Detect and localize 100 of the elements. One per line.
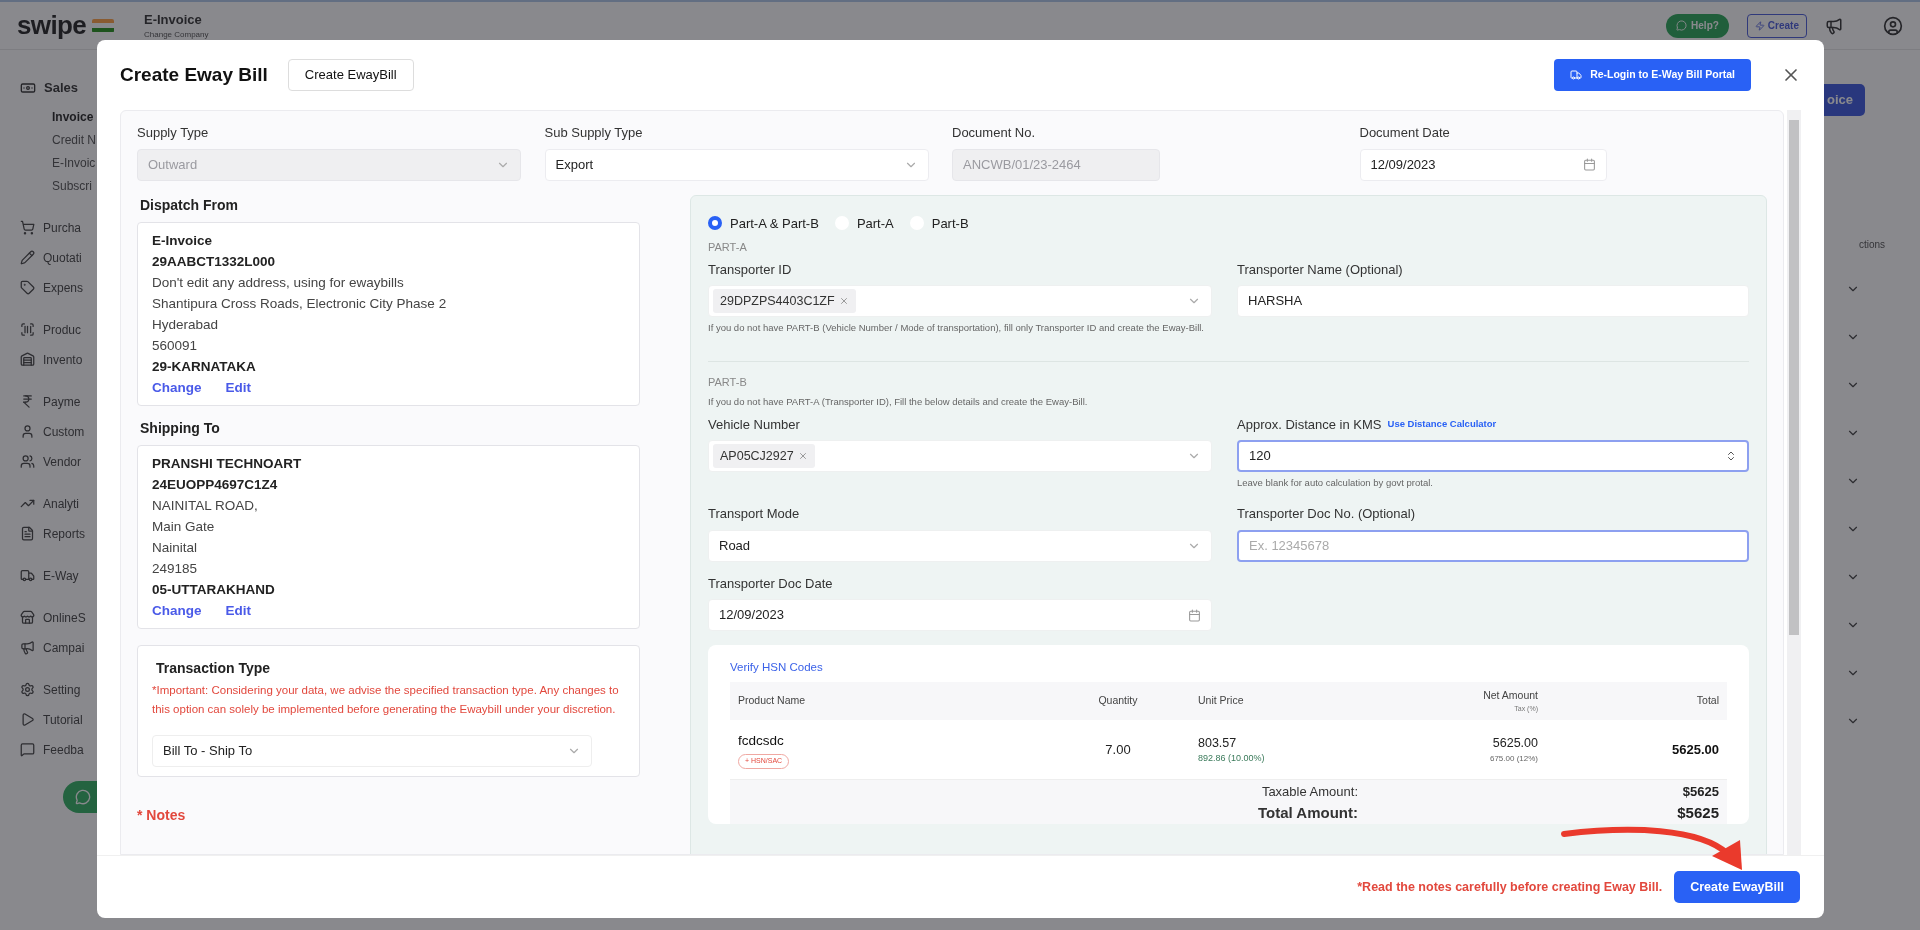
sidebar-item[interactable]: Payme [43,392,81,411]
address-line: 29-KARNATAKA [152,357,256,376]
sidebar-item[interactable]: Reports [43,524,86,543]
sidebar-item[interactable]: Tutorial [43,710,83,729]
stepper-icon[interactable] [1725,450,1737,462]
create-button[interactable]: Create [1746,13,1807,38]
column-header: Total [1696,693,1719,709]
field-label: Supply Type [137,124,209,142]
megaphone-icon[interactable] [1825,16,1843,35]
users-icon [20,454,35,469]
address-line: PRANSHI TECHNOART [152,454,302,473]
radio-button[interactable] [708,216,722,231]
verify-hsn-link[interactable]: Verify HSN Codes [730,659,823,677]
warning-text: *Important: Considering your data, we advise the specified transaction type. Any changes to this option can solely be implemented before generating the Ewaybill under your discretion. [152,682,620,717]
sidebar-item[interactable]: Campai [43,638,85,657]
hint-text: If you do not have PART-A (Transporter ID), Fill the below details and create the Eway-Bill. [708,394,1089,409]
date-field[interactable]: 12/09/2023 [1359,148,1607,181]
address-link[interactable]: Change [152,376,202,398]
address-line: Shantipura Cross Roads, Electronic City Phase 2 [152,294,447,313]
settings-icon [20,682,35,697]
table-header: ctions [1857,238,1885,252]
sidebar-item[interactable]: Analyti [43,494,80,513]
select-field[interactable]: Bill To - Ship To [152,734,592,767]
summary-value: $5625 [1677,803,1719,824]
calendar-icon [1582,158,1596,171]
sidebar-item[interactable]: Produc [43,320,82,339]
modal-title: Create Eway Bill [120,62,268,87]
sidebar-item[interactable]: Invento [43,350,83,369]
address-line: Main Gate [152,517,215,536]
sidebar-item[interactable]: E-Way [43,566,79,585]
address-line: NAINITAL ROAD, [152,496,258,515]
create-ewaybill-button[interactable]: Create EwayBill [1674,871,1800,903]
sidebar-item[interactable]: E-Invoic [52,153,97,172]
column-header: Net Amount [1483,688,1538,704]
change-company-link[interactable]: Change Company [144,29,209,42]
document-icon [20,526,35,541]
sidebar-item[interactable]: Vendor [43,452,82,471]
table-subcell: 892.86 (10.00%) [1198,752,1265,766]
column-header: Product Name [738,693,807,709]
summary-label: Taxable Amount: [1261,782,1358,801]
megaphone-icon [20,640,35,655]
sidebar-item[interactable]: OnlineS [43,608,86,627]
column-header: Unit Price [1198,693,1245,709]
radio-option[interactable]: Part-A [834,213,894,233]
sidebar-item[interactable]: Quotati [43,248,82,267]
address-link[interactable]: Edit [225,599,251,621]
select-field[interactable]: Export [544,148,929,181]
sidebar-item[interactable]: Credit N [52,130,97,149]
radio-option[interactable]: Part-B [909,213,969,233]
sidebar-item[interactable]: Setting [43,680,81,699]
section-heading: Shipping To [140,418,220,438]
footer-note: *Read the notes carefully before creating Eway Bill. [1357,878,1663,896]
help-button[interactable]: Help? [1666,13,1729,38]
sidebar-item[interactable]: Subscri [52,176,97,195]
lightning-icon [1754,20,1765,31]
section-label: PART-A [708,240,747,255]
remove-icon[interactable] [838,296,849,306]
sidebar-item[interactable]: Invoice [52,107,97,126]
table-cell-text: 803.57 [1198,734,1237,752]
field-label: Transport Mode [708,505,800,523]
remove-icon[interactable] [797,451,808,461]
create-ewaybill-tab[interactable]: Create EwayBill [287,59,414,91]
sidebar-item[interactable]: Custom [43,422,85,441]
address-line: 29AABCT1332L000 [152,252,276,271]
company-name: E-Invoice [144,10,203,29]
number-field[interactable]: 120 [1237,440,1749,472]
input-field[interactable]: HARSHA [1237,285,1749,317]
scrollbar-thumb[interactable] [1789,120,1799,635]
address-line: 249185 [152,559,198,578]
notes-heading: * Notes [137,805,186,825]
relogin-button[interactable]: Re-Login to E-Way Bill Portal [1554,59,1751,91]
cart-icon [20,220,35,235]
radio-option[interactable]: Part-A & Part-B [708,213,819,233]
user-avatar-icon[interactable] [1883,15,1903,36]
pencil-icon [20,250,35,265]
sidebar-item[interactable]: Expens [43,278,84,297]
sidebar-item[interactable]: Purcha [43,218,82,237]
field-label: Sub Supply Type [544,124,643,142]
store-icon [20,610,35,625]
field-label: Transporter Doc Date [708,574,833,593]
scrollbar[interactable] [1787,110,1801,855]
select-field[interactable]: AP05CJ2927 [708,440,1212,472]
select-field[interactable]: Road [708,529,1212,562]
table-cell-text: 7.00 [1105,741,1131,759]
date-field[interactable]: 12/09/2023 [708,599,1212,631]
address-line: Nainital [152,538,198,557]
app-logo[interactable]: swipe [17,6,86,45]
sidebar-item[interactable]: Feedba [43,740,84,759]
input-field[interactable]: Ex. 12345678 [1237,529,1749,562]
distance-calculator-link[interactable]: Use Distance Calculator [1387,417,1497,432]
address-line: Don't edit any address, using for ewaybills [152,273,404,292]
truck-icon [20,568,35,583]
address-link[interactable]: Edit [225,376,251,398]
sidebar-section[interactable]: Sales [44,78,78,98]
play-icon [20,712,35,727]
address-link[interactable]: Change [152,599,202,621]
chat-icon [20,742,35,757]
select-field[interactable]: 29DPZPS4403C1ZF [708,285,1212,317]
chat-bubble-icon [75,788,91,805]
calendar-icon [1188,608,1201,622]
